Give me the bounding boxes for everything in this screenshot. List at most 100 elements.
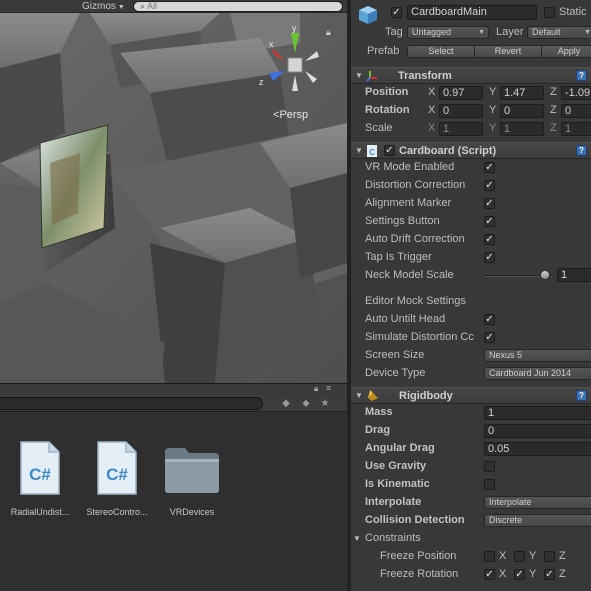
neck-slider-thumb[interactable] [540,270,550,280]
prefab-select-button[interactable]: Select [407,45,475,58]
collapse-triangle-icon[interactable]: ▼ [353,534,361,543]
gizmos-label: Gizmos [82,1,116,12]
angular-drag-field[interactable]: 0.05 [484,442,591,456]
auto-drift-checkbox[interactable]: ✓ [484,234,495,245]
rotation-y-field[interactable]: 0 [500,104,544,118]
rotation-x-field[interactable]: 0 [439,104,483,118]
freeze-rotation-y-checkbox[interactable]: ✓ [514,569,525,580]
tag-dropdown[interactable]: Untagged ▼ [407,26,489,39]
transform-header[interactable]: ▼ Transform ? [351,67,591,84]
freeze-position-y-checkbox[interactable] [514,551,525,562]
static-label: Static [559,6,587,18]
is-kinematic-checkbox[interactable] [484,479,495,490]
drag-label: Drag [365,424,391,436]
angular-drag-label: Angular Drag [365,442,435,454]
filter-by-type-icon[interactable]: ◆ [279,397,293,410]
axis-x-cone[interactable] [271,47,285,61]
toggle-label: Auto Drift Correction [365,233,465,245]
toggle-label: Alignment Marker [365,197,452,209]
scene-view[interactable]: Gizmos ▼ ⌕ All y x z 🔒︎ <Persp [0,0,347,383]
use-gravity-label: Use Gravity [365,460,427,472]
gizmos-dropdown[interactable]: Gizmos ▼ [78,0,129,13]
vr-mode-checkbox[interactable]: ✓ [484,162,495,173]
active-toggle[interactable]: ✓ [391,7,402,18]
prefab-apply-button[interactable]: Apply [541,45,591,58]
inspector-panel: ✓ CardboardMain Static Tag Untagged ▼ Lay… [351,0,591,591]
freeze-rotation-z-checkbox[interactable]: ✓ [544,569,555,580]
scale-x-field[interactable]: 1 [439,122,483,136]
tap-is-trigger-checkbox[interactable]: ✓ [484,252,495,263]
static-toggle[interactable] [544,7,555,18]
axis-z-letter: Z [550,122,557,134]
axis-z-letter: Z [550,104,557,116]
auto-untilt-checkbox[interactable]: ✓ [484,314,495,325]
transform-icon [366,71,377,82]
scale-y-field[interactable]: 1 [500,122,544,136]
mass-field[interactable]: 1 [484,406,591,420]
axis-y-cone[interactable] [291,33,299,53]
axis-x-letter: X [499,568,507,580]
axis-y-letter: Y [489,86,497,98]
object-name-field[interactable]: CardboardMain [407,5,537,20]
alignment-marker-checkbox[interactable]: ✓ [484,198,495,209]
rigidbody-icon [368,390,378,401]
help-icon[interactable]: ? [576,145,587,156]
axis-gizmo[interactable]: y x z [255,25,335,105]
scene-toolbar: Gizmos ▼ ⌕ All [0,0,347,13]
collapse-triangle-icon[interactable]: ▼ [355,146,363,155]
toggle-label: Tap Is Trigger [365,251,432,263]
axis-x-label: x [269,39,274,49]
layer-label: Layer [496,26,524,38]
toggle-label: VR Mode Enabled [365,161,455,173]
axis-x-letter: X [428,122,436,134]
freeze-rotation-x-checkbox[interactable]: ✓ [484,569,495,580]
lock-icon[interactable]: 🔒︎ [326,27,331,38]
simulate-distortion-checkbox[interactable]: ✓ [484,332,495,343]
asset-label: StereoContro... [86,507,148,517]
neck-value-field[interactable]: 1 [557,268,591,282]
drag-field[interactable]: 0 [484,424,591,438]
collision-detection-dropdown[interactable]: Discrete [484,514,591,527]
persp-label[interactable]: <Persp [273,109,308,121]
chevron-down-icon: ▼ [584,29,591,36]
settings-button-checkbox[interactable]: ✓ [484,216,495,227]
device-type-dropdown[interactable]: Cardboard Jun 2014 [484,367,591,380]
distortion-correction-checkbox[interactable]: ✓ [484,180,495,191]
position-x-field[interactable]: 0.97 [439,86,483,100]
collision-detection-label: Collision Detection [365,514,465,526]
layer-dropdown[interactable]: Default ▼ [527,26,591,39]
project-toolbar: ◆ ⬥ ★ [0,395,347,412]
collapse-triangle-icon[interactable]: ▼ [355,71,363,80]
freeze-position-x-checkbox[interactable] [484,551,495,562]
favorite-star-icon[interactable]: ★ [318,397,332,410]
interpolate-dropdown[interactable]: Interpolate [484,496,591,509]
position-y-field[interactable]: 1.47 [500,86,544,100]
scale-z-field[interactable]: 1 [561,122,591,136]
script-icon: C [367,145,377,157]
script-enabled-toggle[interactable]: ✓ [384,145,395,156]
device-type-label: Device Type [365,367,426,379]
axis-y-label: y [292,25,297,33]
collapse-triangle-icon[interactable]: ▼ [355,391,363,400]
prefab-revert-button[interactable]: Revert [474,45,542,58]
use-gravity-checkbox[interactable] [484,461,495,472]
cardboard-script-header[interactable]: ▼ C ✓ Cardboard (Script) ? [351,142,591,159]
filter-by-label-icon[interactable]: ⬥ [299,397,313,410]
rotation-z-field[interactable]: 0 [561,104,591,118]
toggle-label: Simulate Distortion Cc [365,331,474,343]
help-icon[interactable]: ? [576,70,587,81]
freeze-position-z-checkbox[interactable] [544,551,555,562]
help-icon[interactable]: ? [576,390,587,401]
lock-icon[interactable]: 🔒︎ [314,384,318,394]
panel-menu-icon[interactable]: ≡ [326,383,331,393]
position-z-field[interactable]: -1.09 [561,86,591,100]
gizmo-center-cube[interactable] [287,57,303,73]
screen-size-dropdown[interactable]: Nexus 5 [484,349,591,362]
scale-label: Scale [365,122,393,134]
asset-label: RadialUndist... [10,507,70,517]
rigidbody-header[interactable]: ▼ Rigidbody ? [351,387,591,404]
axis-z-cone[interactable] [269,71,285,81]
rotation-label: Rotation [365,104,410,116]
scene-search-input[interactable]: ⌕ All [133,1,343,12]
project-search-input[interactable] [0,397,263,410]
